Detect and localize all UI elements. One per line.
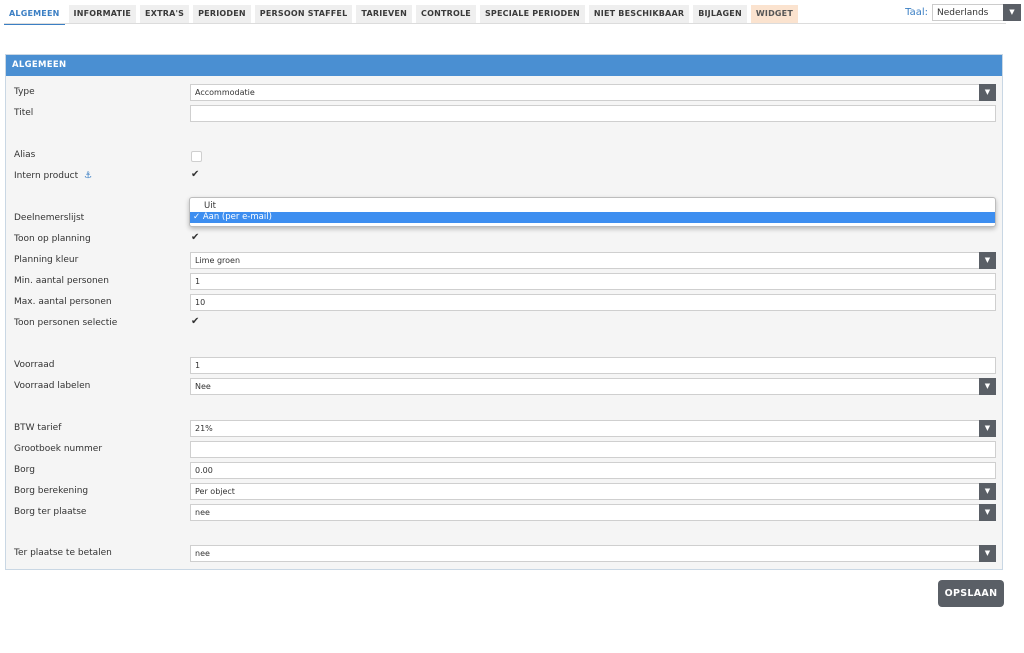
tab-niet-beschikbaar[interactable]: NIET BESCHIKBAAR <box>588 5 690 23</box>
chevron-down-icon[interactable]: ▼ <box>1003 4 1021 21</box>
toon-personen-selectie-checkbox[interactable]: ✔ <box>191 316 199 327</box>
borg-berekening-select[interactable]: Per object ▼ <box>190 483 996 500</box>
row-borg: Borg 0.00 <box>6 461 1002 481</box>
tab-controle[interactable]: CONTROLE <box>416 5 476 23</box>
planning-kleur-label: Planning kleur <box>14 255 79 265</box>
tab-tarieven[interactable]: TARIEVEN <box>356 5 412 23</box>
titel-label: Titel <box>14 108 34 118</box>
tab-persoon-staffel[interactable]: PERSOON STAFFEL <box>254 5 353 23</box>
ter-plaatse-te-betalen-select[interactable]: nee ▼ <box>190 545 996 562</box>
row-intern-product: Intern product ⚓︎ ✔ <box>6 167 1002 187</box>
ter-plaatse-te-betalen-value: nee <box>195 549 210 558</box>
type-value: Accommodatie <box>195 88 255 97</box>
planning-kleur-select[interactable]: Lime groen ▼ <box>190 252 996 269</box>
voorraad-label: Voorraad <box>14 360 55 370</box>
max-personen-input[interactable]: 10 <box>190 294 996 311</box>
tab-informatie[interactable]: INFORMATIE <box>68 5 137 23</box>
chevron-down-icon[interactable]: ▼ <box>979 84 996 101</box>
row-ter-plaatse-te-betalen: Ter plaatse te betalen nee ▼ <box>6 544 1002 564</box>
toon-op-planning-checkbox[interactable]: ✔ <box>191 232 199 243</box>
language-selector: Taal: Nederlands ▼ <box>905 4 1021 21</box>
intern-product-checkbox[interactable]: ✔ <box>191 169 199 180</box>
btw-tarief-value: 21% <box>195 424 213 433</box>
alias-label: Alias <box>14 150 36 160</box>
max-personen-label: Max. aantal personen <box>14 297 112 307</box>
borg-label: Borg <box>14 465 35 475</box>
panel-title: ALGEMEEN <box>6 55 1002 76</box>
voorraad-labelen-select[interactable]: Nee ▼ <box>190 378 996 395</box>
language-value: Nederlands <box>937 8 989 18</box>
row-toon-personen-selectie: Toon personen selectie ✔ <box>6 314 1002 334</box>
ter-plaatse-te-betalen-label: Ter plaatse te betalen <box>14 548 112 558</box>
chevron-down-icon[interactable]: ▼ <box>979 504 996 521</box>
row-borg-ter-plaatse: Borg ter plaatse nee ▼ <box>6 503 1002 523</box>
borg-berekening-value: Per object <box>195 487 235 496</box>
toon-op-planning-label: Toon op planning <box>14 234 91 244</box>
tab-algemeen[interactable]: ALGEMEEN <box>4 5 65 25</box>
chevron-down-icon[interactable]: ▼ <box>979 545 996 562</box>
dropdown-option-uit[interactable]: Uit <box>190 201 995 212</box>
chevron-down-icon[interactable]: ▼ <box>979 420 996 437</box>
save-button[interactable]: OPSLAAN <box>938 580 1004 607</box>
chevron-down-icon[interactable]: ▼ <box>979 378 996 395</box>
min-personen-input[interactable]: 1 <box>190 273 996 290</box>
row-voorraad: Voorraad 1 <box>6 356 1002 376</box>
titel-input[interactable] <box>190 105 996 122</box>
min-personen-label: Min. aantal personen <box>14 276 109 286</box>
grootboek-nummer-label: Grootboek nummer <box>14 444 103 454</box>
row-borg-berekening: Borg berekening Per object ▼ <box>6 482 1002 502</box>
language-select[interactable]: Nederlands ▼ <box>932 4 1021 21</box>
btw-tarief-select[interactable]: 21% ▼ <box>190 420 996 437</box>
row-alias: Alias <box>6 146 1002 166</box>
voorraad-labelen-label: Voorraad labelen <box>14 381 91 391</box>
row-min-personen: Min. aantal personen 1 <box>6 272 1002 292</box>
borg-ter-plaatse-label: Borg ter plaatse <box>14 507 87 517</box>
tab-speciale-perioden[interactable]: SPECIALE PERIODEN <box>479 5 585 23</box>
borg-ter-plaatse-select[interactable]: nee ▼ <box>190 504 996 521</box>
row-voorraad-labelen: Voorraad labelen Nee ▼ <box>6 377 1002 397</box>
toon-personen-selectie-label: Toon personen selectie <box>14 318 118 328</box>
deelnemerslijst-label: Deelnemerslijst <box>14 213 85 223</box>
row-toon-op-planning: Toon op planning ✔ <box>6 230 1002 250</box>
dropdown-option-aan[interactable]: ✓ Aan (per e-mail) <box>190 212 995 223</box>
borg-berekening-label: Borg berekening <box>14 486 89 496</box>
row-btw-tarief: BTW tarief 21% ▼ <box>6 419 1002 439</box>
tab-widget[interactable]: WIDGET <box>750 5 799 23</box>
intern-product-label: Intern product ⚓︎ <box>14 171 92 181</box>
tab-bijlagen[interactable]: BIJLAGEN <box>693 5 747 23</box>
alias-checkbox[interactable] <box>191 151 202 162</box>
row-planning-kleur: Planning kleur Lime groen ▼ <box>6 251 1002 271</box>
intern-product-text: Intern product <box>14 171 79 181</box>
tab-extras[interactable]: EXTRA'S <box>140 5 190 23</box>
grootboek-nummer-input[interactable] <box>190 441 996 458</box>
tab-perioden[interactable]: PERIODEN <box>193 5 251 23</box>
chevron-down-icon[interactable]: ▼ <box>979 483 996 500</box>
algemeen-panel: ALGEMEEN Type Accommodatie ▼ Titel Alias… <box>5 54 1003 570</box>
borg-input[interactable]: 0.00 <box>190 462 996 479</box>
deelnemerslijst-dropdown: Uit ✓ Aan (per e-mail) <box>189 197 996 227</box>
row-titel: Titel <box>6 104 1002 124</box>
type-label: Type <box>14 87 35 97</box>
voorraad-labelen-value: Nee <box>195 382 211 391</box>
chevron-down-icon[interactable]: ▼ <box>979 252 996 269</box>
planning-kleur-value: Lime groen <box>195 256 241 265</box>
voorraad-input[interactable]: 1 <box>190 357 996 374</box>
btw-tarief-label: BTW tarief <box>14 423 62 433</box>
borg-ter-plaatse-value: nee <box>195 508 210 517</box>
type-select[interactable]: Accommodatie ▼ <box>190 84 996 101</box>
info-icon[interactable]: ⚓︎ <box>84 171 92 181</box>
row-grootboek-nummer: Grootboek nummer <box>6 440 1002 460</box>
language-label: Taal: <box>905 7 928 18</box>
tab-divider <box>4 23 1006 24</box>
row-max-personen: Max. aantal personen 10 <box>6 293 1002 313</box>
tab-bar: ALGEMEEN INFORMATIE EXTRA'S PERIODEN PER… <box>4 5 799 25</box>
row-type: Type Accommodatie ▼ <box>6 83 1002 103</box>
